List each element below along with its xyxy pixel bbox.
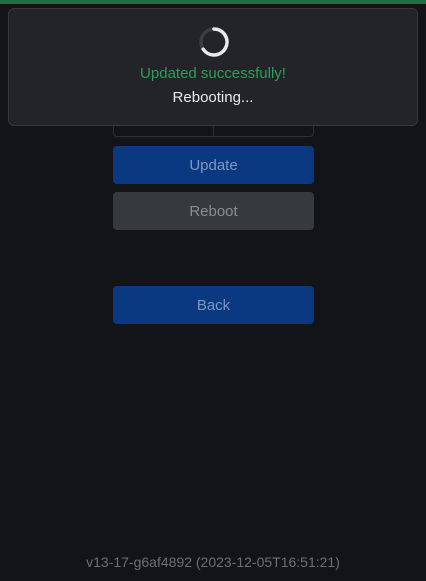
version-footer: v13-17-g6af4892 (2023-12-05T16:51:21) xyxy=(86,554,340,570)
update-button-label: Update xyxy=(189,156,238,174)
status-toast: Updated successfully! Rebooting... xyxy=(8,8,418,126)
back-button[interactable]: Back xyxy=(113,286,314,324)
back-button-label: Back xyxy=(196,296,231,314)
loading-spinner-icon xyxy=(199,27,229,57)
reboot-button[interactable]: Reboot xyxy=(113,192,314,230)
success-message: Updated successfully! xyxy=(140,65,286,82)
reboot-button-label: Reboot xyxy=(189,202,238,220)
update-button[interactable]: Update xyxy=(113,146,314,184)
top-accent-bar xyxy=(0,0,426,4)
rebooting-status-text: Rebooting... xyxy=(172,89,254,106)
